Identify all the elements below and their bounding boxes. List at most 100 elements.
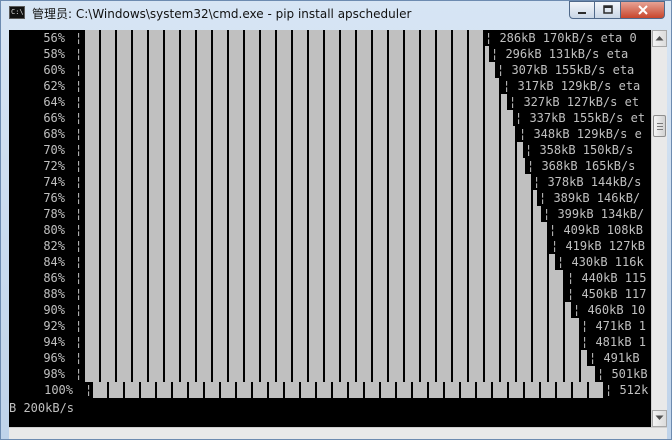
progress-status: ¦ 337kB 155kB/s et bbox=[513, 110, 651, 126]
progress-bar-column bbox=[277, 30, 291, 382]
progress-bar-column bbox=[245, 30, 259, 382]
maximize-button[interactable] bbox=[595, 1, 621, 19]
progress-bar-segment bbox=[173, 382, 187, 398]
progress-bracket: ¦ bbox=[85, 383, 93, 397]
maximize-icon bbox=[602, 5, 613, 14]
progress-percent: 82% bbox=[43, 239, 65, 253]
progress-bracket: ¦ bbox=[75, 143, 83, 157]
cmd-icon[interactable]: C:\ bbox=[9, 6, 25, 19]
close-button[interactable] bbox=[621, 1, 665, 19]
progress-percent: 98% bbox=[43, 367, 65, 381]
progress-bracket: ¦ bbox=[75, 207, 83, 221]
horizontal-scrollbar[interactable] bbox=[9, 427, 667, 439]
progress-bar-column bbox=[373, 30, 387, 382]
progress-status: ¦ 358kB 150kB/s bbox=[523, 142, 651, 158]
console-output[interactable]: B 200kB/s 56% ¦ ¦ 286kB 170kB/s eta 0 58% ¦ ¦… bbox=[9, 30, 651, 427]
progress-bar-column bbox=[117, 30, 131, 382]
progress-percent: 94% bbox=[43, 335, 65, 349]
progress-bar-column bbox=[181, 30, 195, 382]
progress-bar-segment bbox=[381, 382, 395, 398]
scroll-down-button[interactable] bbox=[652, 410, 667, 427]
progress-status: ¦ 481kB 1 bbox=[579, 334, 651, 350]
title-bar[interactable]: C:\ 管理员: C:\Windows\system32\cmd.exe - p… bbox=[1, 1, 671, 27]
progress-percent: 60% bbox=[43, 63, 65, 77]
scroll-down-icon bbox=[655, 415, 664, 420]
progress-bar-column bbox=[325, 30, 339, 382]
progress-bar-segment bbox=[413, 382, 427, 398]
progress-percent: 70% bbox=[43, 143, 65, 157]
progress-bar-segment bbox=[349, 382, 363, 398]
progress-status: ¦ 296kB 131kB/s eta bbox=[489, 46, 651, 62]
progress-bar-column bbox=[133, 30, 147, 382]
progress-bar-column bbox=[485, 30, 499, 382]
progress-bracket: ¦ bbox=[75, 79, 83, 93]
progress-bracket: ¦ bbox=[75, 95, 83, 109]
progress-bar-column bbox=[357, 30, 371, 382]
progress-status: ¦ 430kB 116k bbox=[555, 254, 651, 270]
progress-bracket: ¦ bbox=[75, 175, 83, 189]
grip-line bbox=[657, 126, 663, 128]
progress-bar-segment bbox=[557, 382, 571, 398]
vertical-scrollbar[interactable] bbox=[651, 30, 667, 427]
progress-bar-segment bbox=[509, 382, 523, 398]
progress-percent: 90% bbox=[43, 303, 65, 317]
progress-bar-segment bbox=[269, 382, 283, 398]
progress-percent: 64% bbox=[43, 95, 65, 109]
progress-bar-segment bbox=[461, 382, 475, 398]
progress-bar-segment bbox=[493, 382, 507, 398]
progress-bar-segment bbox=[109, 382, 123, 398]
progress-bracket: ¦ bbox=[75, 287, 83, 301]
progress-bracket: ¦ bbox=[75, 47, 83, 61]
progress-bar-segment bbox=[525, 382, 539, 398]
progress-bar-segment bbox=[237, 382, 251, 398]
progress-bracket: ¦ bbox=[75, 239, 83, 253]
progress-bar-column bbox=[293, 30, 307, 382]
progress-bar-segment bbox=[589, 382, 603, 398]
minimize-icon bbox=[578, 12, 586, 14]
progress-bar-column bbox=[85, 30, 99, 382]
progress-percent: 92% bbox=[43, 319, 65, 333]
progress-bar-segment bbox=[285, 382, 299, 398]
close-icon bbox=[637, 5, 648, 15]
progress-status: ¦ 307kB 155kB/s eta bbox=[495, 62, 651, 78]
progress-percent: 68% bbox=[43, 127, 65, 141]
progress-bar-column bbox=[197, 30, 211, 382]
minimize-button[interactable] bbox=[569, 1, 595, 19]
progress-bar-column bbox=[165, 30, 179, 382]
progress-percent: 66% bbox=[43, 111, 65, 125]
progress-bar-segment bbox=[397, 382, 411, 398]
window-controls bbox=[569, 1, 665, 19]
progress-bar-segment bbox=[333, 382, 347, 398]
progress-status: ¦ 399kB 134kB/ bbox=[541, 206, 651, 222]
progress-percent: 80% bbox=[43, 223, 65, 237]
progress-percent: 62% bbox=[43, 79, 65, 93]
progress-percent: 56% bbox=[43, 31, 65, 45]
progress-bar-column bbox=[453, 30, 467, 382]
progress-bar-column bbox=[149, 30, 163, 382]
progress-bar-segment bbox=[221, 382, 235, 398]
progress-percent: 84% bbox=[43, 255, 65, 269]
progress-bar-segment bbox=[365, 382, 379, 398]
progress-status: ¦ 440kB 115 bbox=[565, 270, 651, 286]
grip-line bbox=[657, 129, 663, 131]
progress-bracket: ¦ bbox=[75, 351, 83, 365]
progress-bar-segment bbox=[205, 382, 219, 398]
progress-bar-column bbox=[437, 30, 451, 382]
progress-bar-column bbox=[341, 30, 355, 382]
grip-line bbox=[657, 123, 663, 125]
progress-bracket: ¦ bbox=[75, 111, 83, 125]
progress-bar-segment bbox=[301, 382, 315, 398]
progress-bracket: ¦ bbox=[75, 191, 83, 205]
progress-status: ¦ 501kB bbox=[595, 366, 651, 382]
progress-bar-segment bbox=[317, 382, 331, 398]
scroll-thumb[interactable] bbox=[653, 115, 666, 138]
progress-bar-column bbox=[101, 30, 115, 382]
progress-status: ¦ 471kB 1 bbox=[579, 318, 651, 334]
cmd-window: C:\ 管理员: C:\Windows\system32\cmd.exe - p… bbox=[0, 0, 672, 440]
console-tail-line: B 200kB/s bbox=[9, 401, 75, 415]
progress-percent: 74% bbox=[43, 175, 65, 189]
scroll-up-button[interactable] bbox=[652, 30, 667, 47]
cmd-icon-glyph: C:\ bbox=[11, 8, 24, 16]
progress-status: ¦ 317kB 129kB/s eta bbox=[501, 78, 651, 94]
progress-bar-segment bbox=[253, 382, 267, 398]
